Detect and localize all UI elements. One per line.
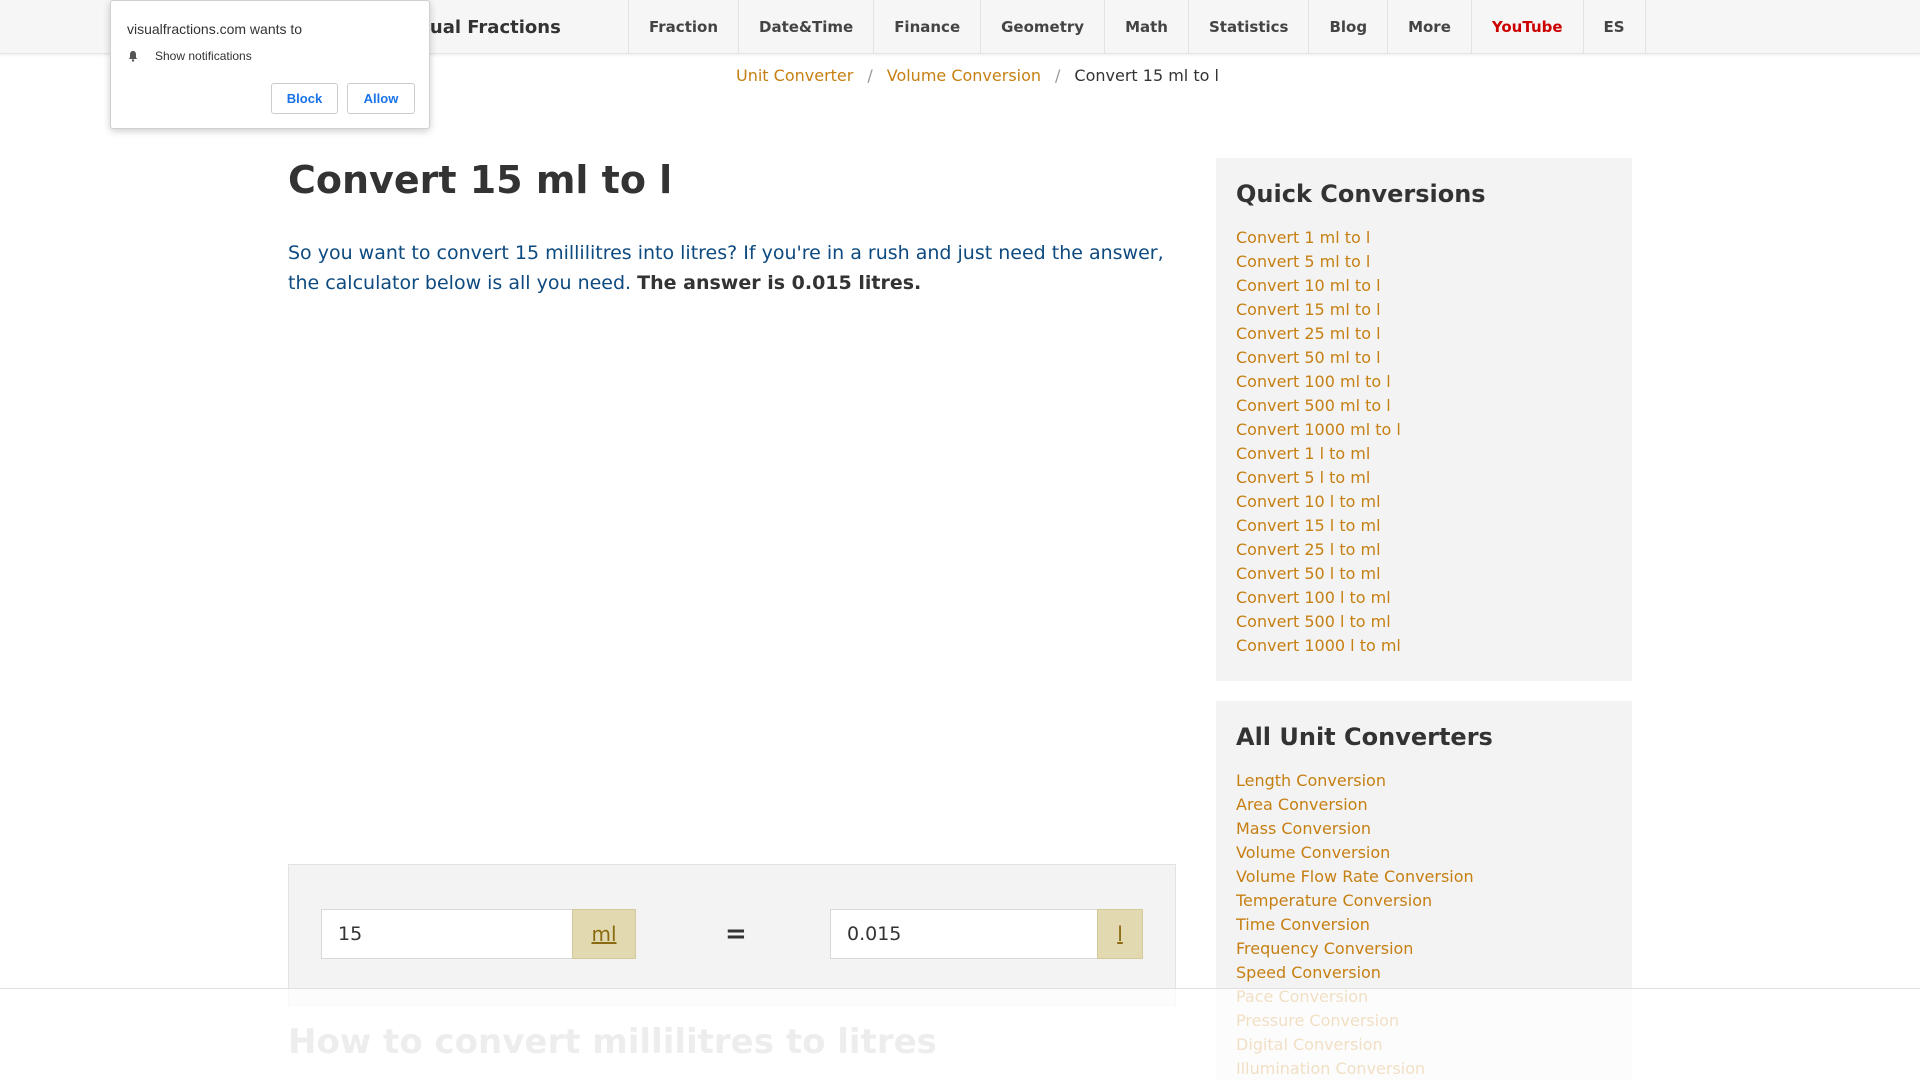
main-nav: Fraction Date&Time Finance Geometry Math… [628,0,1646,54]
notification-permission-label: Show notifications [155,49,252,63]
converter-link[interactable]: Illumination Conversion [1236,1057,1612,1080]
quick-link[interactable]: Convert 100 ml to l [1236,370,1612,394]
nav-math[interactable]: Math [1105,0,1189,54]
nav-blog[interactable]: Blog [1309,0,1389,54]
quick-link[interactable]: Convert 1000 l to ml [1236,634,1612,658]
all-unit-converters-list: Length Conversion Area Conversion Mass C… [1236,769,1612,1080]
all-unit-converters-panel: All Unit Converters Length Conversion Ar… [1216,701,1632,1080]
quick-link[interactable]: Convert 10 ml to l [1236,274,1612,298]
converter-link[interactable]: Length Conversion [1236,769,1612,793]
breadcrumb-volume-conversion[interactable]: Volume Conversion [887,66,1041,85]
to-unit-button[interactable]: l [1097,909,1143,959]
breadcrumb-unit-converter[interactable]: Unit Converter [736,66,853,85]
notification-permission-row: Show notifications [127,49,252,63]
quick-link[interactable]: Convert 500 l to ml [1236,610,1612,634]
converter-link[interactable]: Pressure Conversion [1236,1009,1612,1033]
allow-button[interactable]: Allow [347,83,415,114]
quick-conversions-panel: Quick Conversions Convert 1 ml to l Conv… [1216,158,1632,681]
converter-link[interactable]: Mass Conversion [1236,817,1612,841]
how-to-heading: How to convert millilitres to litres [288,1022,937,1062]
quick-conversions-list: Convert 1 ml to l Convert 5 ml to l Conv… [1236,226,1612,658]
converter-link[interactable]: Digital Conversion [1236,1033,1612,1057]
quick-link[interactable]: Convert 25 l to ml [1236,538,1612,562]
brand-name[interactable]: isual Fractions [413,17,561,38]
bell-icon [128,51,138,62]
nav-geometry[interactable]: Geometry [981,0,1106,54]
quick-link[interactable]: Convert 15 l to ml [1236,514,1612,538]
breadcrumb-current: Convert 15 ml to l [1074,66,1219,85]
from-unit-button[interactable]: ml [572,909,636,959]
quick-link[interactable]: Convert 50 l to ml [1236,562,1612,586]
converter-link[interactable]: Temperature Conversion [1236,889,1612,913]
quick-link[interactable]: Convert 500 ml to l [1236,394,1612,418]
quick-link[interactable]: Convert 1 l to ml [1236,442,1612,466]
nav-language-es[interactable]: ES [1584,0,1646,54]
nav-youtube[interactable]: YouTube [1472,0,1584,54]
nav-statistics[interactable]: Statistics [1189,0,1310,54]
breadcrumb-separator: / [1055,66,1061,85]
nav-fraction[interactable]: Fraction [629,0,739,54]
quick-link[interactable]: Convert 1 ml to l [1236,226,1612,250]
answer-text: The answer is 0.015 litres. [637,272,922,294]
page-title: Convert 15 ml to l [288,158,673,202]
quick-conversions-title: Quick Conversions [1236,180,1486,208]
nav-more[interactable]: More [1388,0,1472,54]
quick-link[interactable]: Convert 100 l to ml [1236,586,1612,610]
notification-permission-popup: visualfractions.com wants to Show notifi… [110,0,430,129]
quick-link[interactable]: Convert 50 ml to l [1236,346,1612,370]
nav-date-time[interactable]: Date&Time [739,0,875,54]
converter-link[interactable]: Volume Conversion [1236,841,1612,865]
breadcrumb-separator: / [867,66,873,85]
quick-link[interactable]: Convert 5 ml to l [1236,250,1612,274]
breadcrumb: Unit Converter / Volume Conversion / Con… [736,66,1219,85]
converter-link[interactable]: Pace Conversion [1236,985,1612,1009]
nav-finance[interactable]: Finance [874,0,982,54]
converter-link[interactable]: Time Conversion [1236,913,1612,937]
block-button[interactable]: Block [271,83,338,114]
notification-title: visualfractions.com wants to [127,21,303,37]
equals-sign: = [725,919,747,949]
converter-link[interactable]: Speed Conversion [1236,961,1612,985]
all-unit-converters-title: All Unit Converters [1236,723,1493,751]
converter-panel: 15 ml = 0.015 l [288,864,1176,1006]
converter-link[interactable]: Area Conversion [1236,793,1612,817]
from-value-input[interactable]: 15 [321,909,573,959]
to-value-input[interactable]: 0.015 [830,909,1100,959]
converter-link[interactable]: Volume Flow Rate Conversion [1236,865,1612,889]
converter-link[interactable]: Frequency Conversion [1236,937,1612,961]
quick-link[interactable]: Convert 25 ml to l [1236,322,1612,346]
quick-link[interactable]: Convert 15 ml to l [1236,298,1612,322]
quick-link[interactable]: Convert 10 l to ml [1236,490,1612,514]
quick-link[interactable]: Convert 1000 ml to l [1236,418,1612,442]
intro-paragraph: So you want to convert 15 millilitres in… [288,238,1178,298]
quick-link[interactable]: Convert 5 l to ml [1236,466,1612,490]
